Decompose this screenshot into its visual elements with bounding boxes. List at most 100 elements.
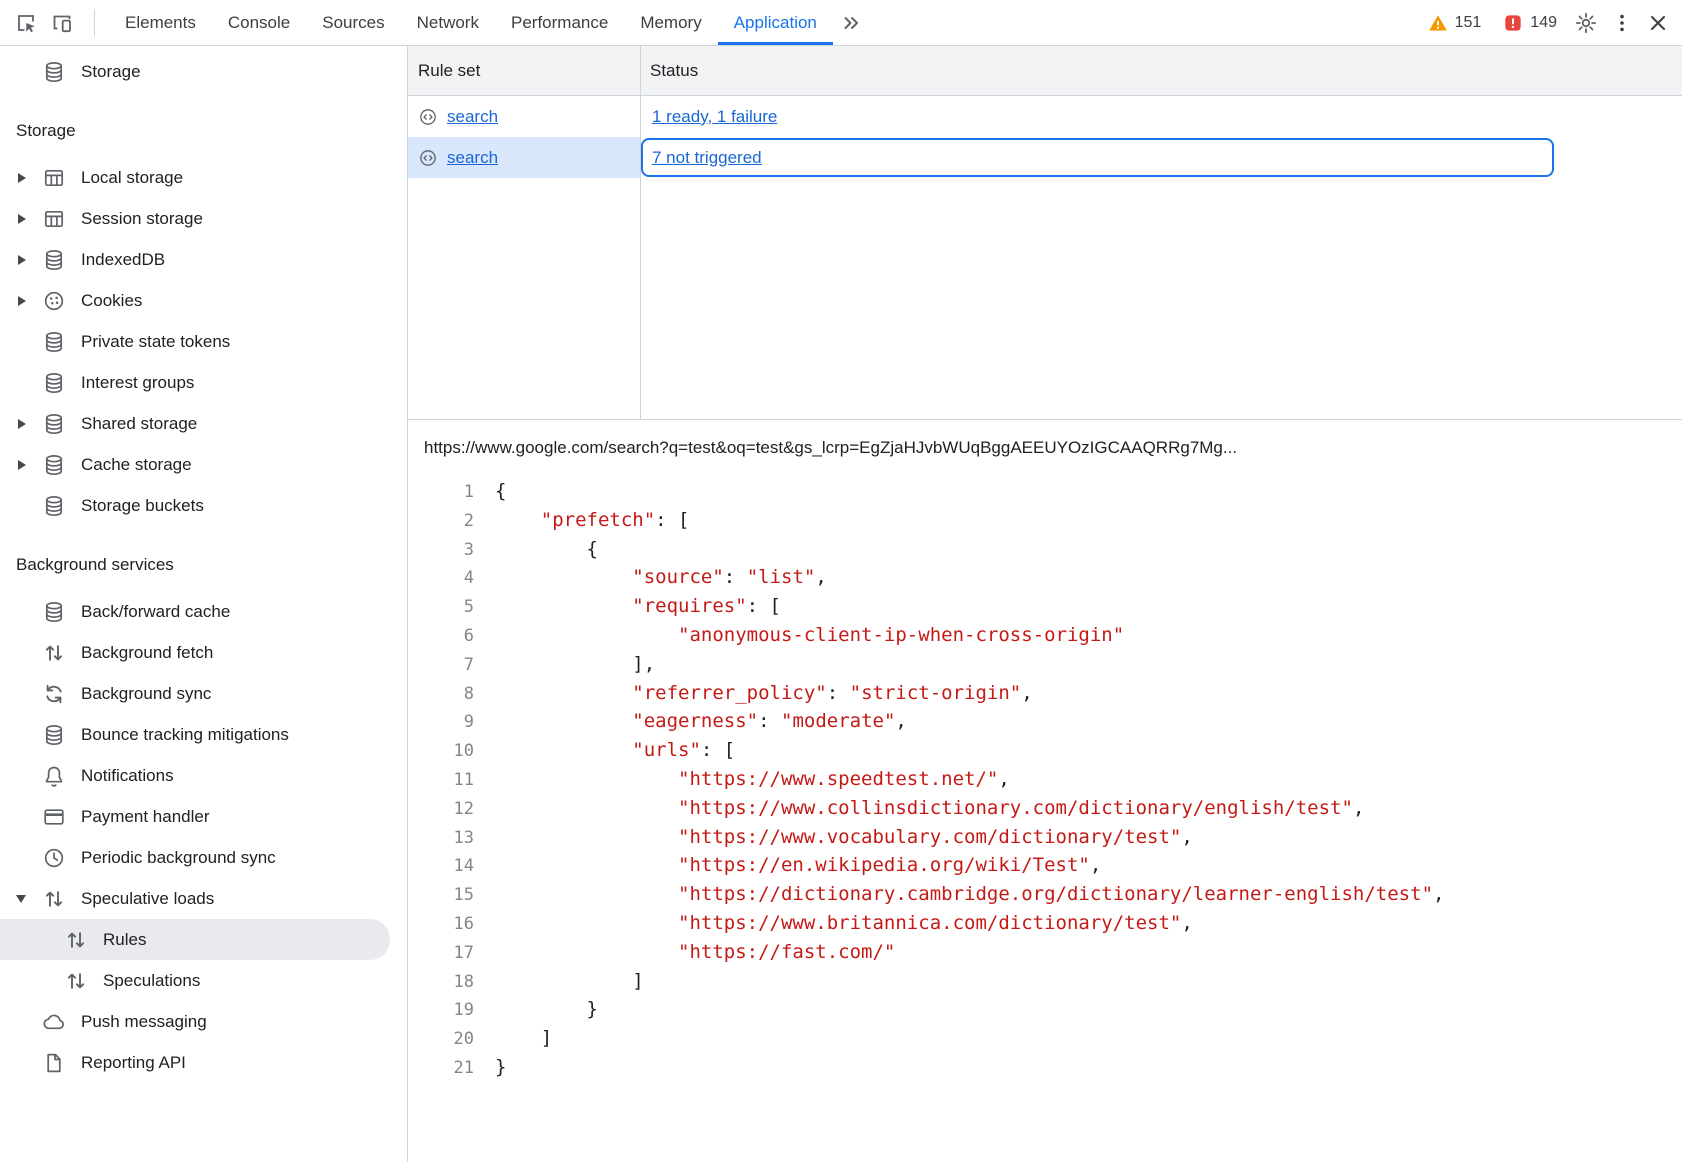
sidebar-item-private-state-tokens[interactable]: Private state tokens: [0, 321, 407, 362]
code-token: ,: [1090, 854, 1101, 876]
cookie-icon: [42, 289, 66, 313]
tree-expander-icon[interactable]: [16, 198, 42, 239]
rule-set-link[interactable]: search: [447, 107, 498, 127]
rule-sets-table: Rule set Status search 1 ready, 1 failure…: [408, 46, 1682, 420]
status-link[interactable]: 1 ready, 1 failure: [652, 107, 777, 127]
status-cell[interactable]: 7 not triggered: [640, 137, 1682, 178]
code-line: 18 ]: [408, 967, 1682, 996]
code-line: 5 "requires": [: [408, 592, 1682, 621]
line-number: 16: [408, 910, 474, 939]
tree-expander-icon[interactable]: [16, 444, 42, 485]
sidebar-item-interest-groups[interactable]: Interest groups: [0, 362, 407, 403]
sidebar-item-label: Storage buckets: [81, 496, 204, 516]
tree-expander-icon[interactable]: [16, 239, 42, 280]
application-sidebar[interactable]: StorageStorageLocal storageSession stora…: [0, 46, 408, 1162]
more-tabs-button[interactable]: [833, 0, 869, 45]
line-number: 18: [408, 968, 474, 997]
code-token: [495, 509, 541, 531]
tab-network[interactable]: Network: [401, 0, 495, 45]
tree-expander-icon[interactable]: [16, 878, 42, 919]
customize-devtools-menu-button[interactable]: [1604, 0, 1640, 45]
tab-sources[interactable]: Sources: [306, 0, 400, 45]
sidebar-item-back-forward-cache[interactable]: Back/forward cache: [0, 591, 407, 632]
tree-expander-icon[interactable]: [16, 280, 42, 321]
warnings-count-button[interactable]: 151: [1417, 0, 1493, 45]
sidebar-item-storage-buckets[interactable]: Storage buckets: [0, 485, 407, 526]
devtools-window: ElementsConsoleSourcesNetworkPerformance…: [0, 0, 1682, 1162]
code-token: : [: [701, 739, 735, 761]
code-token: ,: [815, 566, 826, 588]
inspect-icon: [14, 11, 38, 35]
sidebar-item-session-storage[interactable]: Session storage: [0, 198, 407, 239]
toggle-device-toolbar-button[interactable]: [44, 0, 80, 45]
sidebar-item-rules[interactable]: Rules: [0, 919, 390, 960]
tab-console[interactable]: Console: [212, 0, 306, 45]
sidebar-item-label: Background sync: [81, 684, 211, 704]
sidebar-item-shared-storage[interactable]: Shared storage: [0, 403, 407, 444]
inspect-element-button[interactable]: [8, 0, 44, 45]
sidebar-item-label: Session storage: [81, 209, 203, 229]
tab-performance[interactable]: Performance: [495, 0, 624, 45]
sidebar-item-label: Payment handler: [81, 807, 210, 827]
rule-set-row[interactable]: search 1 ready, 1 failure: [408, 96, 1682, 137]
code-token: [495, 710, 632, 732]
status-link[interactable]: 7 not triggered: [652, 148, 762, 168]
rule-set-cell[interactable]: search: [408, 96, 640, 137]
status-cell[interactable]: 1 ready, 1 failure: [640, 96, 1682, 137]
sidebar-item-periodic-background-sync[interactable]: Periodic background sync: [0, 837, 407, 878]
tab-application[interactable]: Application: [718, 0, 833, 45]
code-line: 15 "https://dictionary.cambridge.org/dic…: [408, 880, 1682, 909]
tree-expander-icon[interactable]: [16, 157, 42, 198]
line-number: 20: [408, 1025, 474, 1054]
database-icon: [42, 412, 66, 436]
settings-button[interactable]: [1568, 0, 1604, 45]
line-number: 9: [408, 708, 474, 737]
sidebar-item-speculations[interactable]: Speculations: [0, 960, 407, 1001]
column-header-rule-set[interactable]: Rule set: [408, 46, 640, 95]
tree-expander-icon[interactable]: [16, 403, 42, 444]
issues-count-button[interactable]: 149: [1492, 0, 1568, 45]
dots-icon: [1610, 11, 1634, 35]
sidebar-item-cookies[interactable]: Cookies: [0, 280, 407, 321]
sidebar-item-speculative-loads[interactable]: Speculative loads: [0, 878, 407, 919]
column-header-status[interactable]: Status: [640, 46, 1682, 95]
rule-set-row[interactable]: search 7 not triggered: [408, 137, 1682, 178]
sidebar-item-notifications[interactable]: Notifications: [0, 755, 407, 796]
expander-spacer: [16, 362, 42, 403]
sidebar-item-background-sync[interactable]: Background sync: [0, 673, 407, 714]
code-token: "https://dictionary.cambridge.org/dictio…: [678, 883, 1433, 905]
rule-set-cell[interactable]: search: [408, 137, 640, 178]
rule-set-link[interactable]: search: [447, 148, 498, 168]
toolbar-right: 151149: [1417, 0, 1682, 45]
expander-spacer: [16, 1042, 42, 1083]
sidebar-item-indexeddb[interactable]: IndexedDB: [0, 239, 407, 280]
sidebar-item-bounce-tracking-mitigations[interactable]: Bounce tracking mitigations: [0, 714, 407, 755]
code-line: 20 ]: [408, 1024, 1682, 1053]
sidebar-item-storage[interactable]: Storage: [0, 51, 407, 92]
code-token: "requires": [632, 595, 746, 617]
code-token: [495, 682, 632, 704]
code-line: 11 "https://www.speedtest.net/",: [408, 765, 1682, 794]
sidebar-item-reporting-api[interactable]: Reporting API: [0, 1042, 407, 1083]
code-lines[interactable]: 1{2 "prefetch": [3 {4 "source": "list",5…: [408, 475, 1682, 1162]
database-icon: [42, 600, 66, 624]
code-line: 1{: [408, 477, 1682, 506]
code-token: [495, 854, 678, 876]
code-token: "https://www.collinsdictionary.com/dicti…: [678, 797, 1353, 819]
code-token: ,: [1353, 797, 1364, 819]
card-icon: [42, 805, 66, 829]
tab-memory[interactable]: Memory: [624, 0, 717, 45]
sidebar-item-background-fetch[interactable]: Background fetch: [0, 632, 407, 673]
close-devtools-button[interactable]: [1640, 0, 1676, 45]
sidebar-item-push-messaging[interactable]: Push messaging: [0, 1001, 407, 1042]
code-token: "prefetch": [541, 509, 655, 531]
line-number: 15: [408, 881, 474, 910]
device-icon: [50, 11, 74, 35]
line-number: 5: [408, 593, 474, 622]
sidebar-item-local-storage[interactable]: Local storage: [0, 157, 407, 198]
sidebar-item-cache-storage[interactable]: Cache storage: [0, 444, 407, 485]
sidebar-item-payment-handler[interactable]: Payment handler: [0, 796, 407, 837]
tab-elements[interactable]: Elements: [109, 0, 212, 45]
code-token: ,: [998, 768, 1009, 790]
line-number: 12: [408, 795, 474, 824]
